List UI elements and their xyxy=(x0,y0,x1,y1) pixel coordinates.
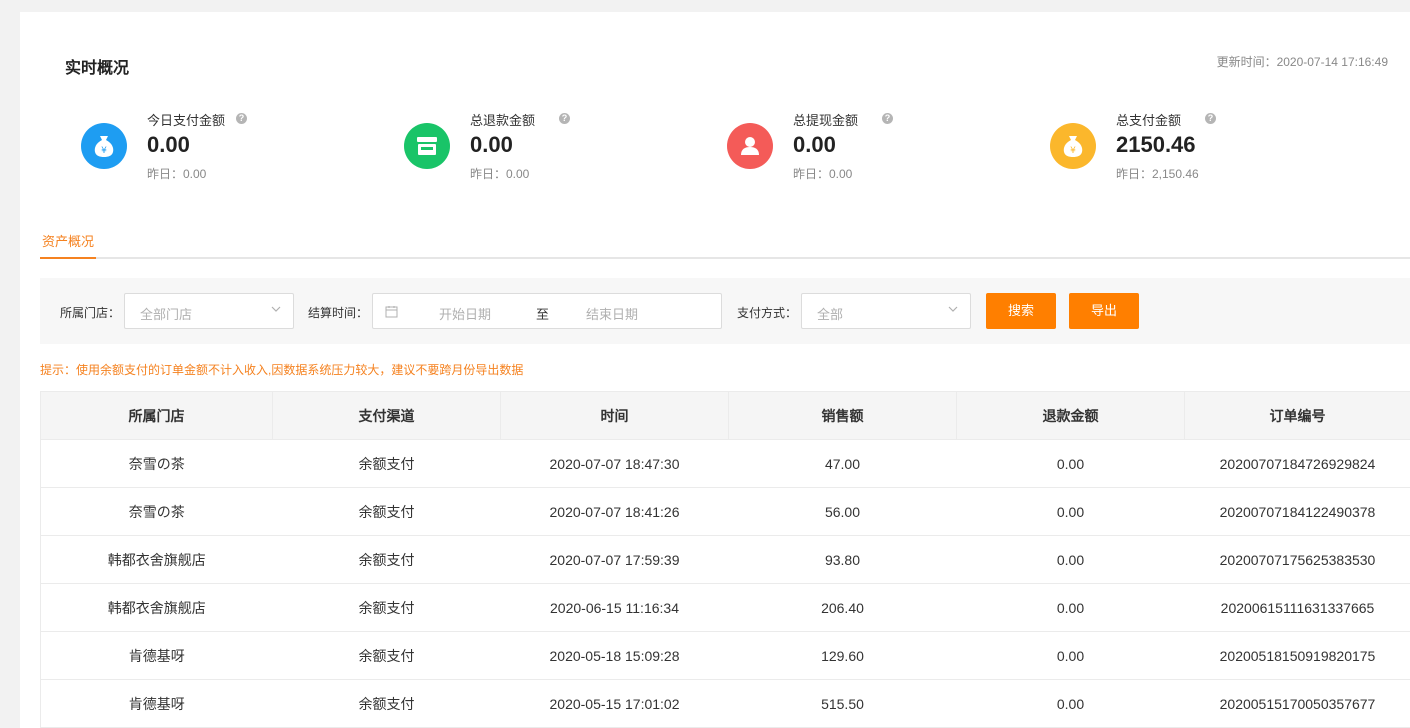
cell-store: 韩都衣舍旗舰店 xyxy=(40,583,273,632)
svg-text:¥: ¥ xyxy=(101,146,107,156)
stat-label: 总支付金额 xyxy=(1116,113,1182,128)
column-header: 时间 xyxy=(500,391,729,440)
start-date-input[interactable]: 开始日期 xyxy=(439,304,491,323)
cell-refund: 0.00 xyxy=(956,679,1185,728)
chevron-down-icon xyxy=(271,306,281,312)
user-icon xyxy=(727,123,773,169)
column-header: 支付渠道 xyxy=(272,391,501,440)
cell-sales: 47.00 xyxy=(728,439,957,488)
cell-store: 肯德基呀 xyxy=(40,679,273,728)
cell-sales: 56.00 xyxy=(728,487,957,536)
cell-time: 2020-07-07 18:41:26 xyxy=(500,487,729,536)
stat-total-payment: ¥ 总支付金额 ? 2150.46 昨日：2,150.46 xyxy=(1050,110,1350,190)
store-select-placeholder: 全部门店 xyxy=(140,307,193,322)
cell-channel: 余额支付 xyxy=(272,487,501,536)
cell-channel: 余额支付 xyxy=(272,535,501,584)
table-row: 肯德基呀 余额支付 2020-05-15 17:01:02 515.50 0.0… xyxy=(40,679,1410,728)
stat-label: 总提现金额 xyxy=(793,113,859,128)
cell-refund: 0.00 xyxy=(956,439,1185,488)
cell-channel: 余额支付 xyxy=(272,679,501,728)
export-button[interactable]: 导出 xyxy=(1069,293,1139,329)
stat-value: 0.00 xyxy=(793,132,836,157)
stat-label: 今日支付金额 xyxy=(147,113,226,128)
pay-method-label: 支付方式： xyxy=(737,306,798,320)
help-icon[interactable]: ? xyxy=(236,113,247,124)
stat-total-refund: 总退款金额 ? 0.00 昨日：0.00 xyxy=(404,110,704,190)
cell-order-no: 20200707184726929824 xyxy=(1184,439,1410,488)
help-icon[interactable]: ? xyxy=(882,113,893,124)
stat-yesterday: 昨日：0.00 xyxy=(147,167,207,181)
cell-time: 2020-05-18 15:09:28 xyxy=(500,631,729,680)
realtime-overview-panel: 实时概况 更新时间：2020-07-14 17:16:49 ¥ 今日支付金额 ?… xyxy=(20,12,1410,728)
end-date-input[interactable]: 结束日期 xyxy=(586,304,638,323)
stat-value: 0.00 xyxy=(470,132,513,157)
column-header: 所属门店 xyxy=(40,391,273,440)
cell-refund: 0.00 xyxy=(956,535,1185,584)
cell-sales: 515.50 xyxy=(728,679,957,728)
table-row: 肯德基呀 余额支付 2020-05-18 15:09:28 129.60 0.0… xyxy=(40,631,1410,680)
store-icon xyxy=(404,123,450,169)
column-header: 销售额 xyxy=(728,391,957,440)
settle-date-range[interactable]: 开始日期 至 结束日期 xyxy=(372,293,722,329)
tip-text: 提示：使用余额支付的订单金额不计入收入,因数据系统压力较大，建议不要跨月份导出数… xyxy=(40,363,524,377)
tab-bar: 资产概况 xyxy=(40,228,1410,259)
cell-order-no: 20200515170050357677 xyxy=(1184,679,1410,728)
money-bag-icon: ¥ xyxy=(81,123,127,169)
cell-sales: 129.60 xyxy=(728,631,957,680)
cell-channel: 余额支付 xyxy=(272,631,501,680)
svg-text:¥: ¥ xyxy=(1070,146,1076,156)
cell-time: 2020-07-07 18:47:30 xyxy=(500,439,729,488)
table-row: 奈雪の茶 余额支付 2020-07-07 18:41:26 56.00 0.00… xyxy=(40,487,1410,536)
stat-value: 0.00 xyxy=(147,132,190,157)
cell-store: 奈雪の茶 xyxy=(40,487,273,536)
cell-order-no: 20200615111631337665 xyxy=(1184,583,1410,632)
cell-time: 2020-06-15 11:16:34 xyxy=(500,583,729,632)
store-filter-label: 所属门店： xyxy=(60,306,121,320)
filter-bar: 所属门店： 全部门店 结算时间： 开始日期 至 结束日期 支付方式： 全部 搜索… xyxy=(40,278,1410,344)
pay-method-placeholder: 全部 xyxy=(817,307,844,322)
cell-refund: 0.00 xyxy=(956,487,1185,536)
cell-store: 韩都衣舍旗舰店 xyxy=(40,535,273,584)
column-header: 退款金额 xyxy=(956,391,1185,440)
pay-method-select[interactable]: 全部 xyxy=(801,293,971,329)
cell-sales: 93.80 xyxy=(728,535,957,584)
cell-order-no: 20200707175625383530 xyxy=(1184,535,1410,584)
cell-store: 奈雪の茶 xyxy=(40,439,273,488)
stat-total-withdraw: 总提现金额 ? 0.00 昨日：0.00 xyxy=(727,110,1027,190)
cell-channel: 余额支付 xyxy=(272,583,501,632)
page-title: 实时概况 xyxy=(65,60,130,77)
update-time: 更新时间：2020-07-14 17:16:49 xyxy=(1216,55,1388,69)
table-row: 韩都衣舍旗舰店 余额支付 2020-07-07 17:59:39 93.80 0… xyxy=(40,535,1410,584)
table-row: 韩都衣舍旗舰店 余额支付 2020-06-15 11:16:34 206.40 … xyxy=(40,583,1410,632)
cell-order-no: 20200518150919820175 xyxy=(1184,631,1410,680)
orders-table: 所属门店 支付渠道 时间 销售额 退款金额 订单编号 奈雪の茶 余额支付 202… xyxy=(40,391,1410,728)
cell-time: 2020-07-07 17:59:39 xyxy=(500,535,729,584)
search-button[interactable]: 搜索 xyxy=(986,293,1056,329)
stat-value: 2150.46 xyxy=(1116,132,1196,157)
settle-time-label: 结算时间： xyxy=(308,306,369,320)
help-icon[interactable]: ? xyxy=(559,113,570,124)
tab-asset-overview[interactable]: 资产概况 xyxy=(40,231,96,259)
cell-refund: 0.00 xyxy=(956,631,1185,680)
cell-refund: 0.00 xyxy=(956,583,1185,632)
store-select[interactable]: 全部门店 xyxy=(124,293,294,329)
calendar-icon xyxy=(385,306,398,318)
money-bag-icon: ¥ xyxy=(1050,123,1096,169)
stat-label: 总退款金额 xyxy=(470,113,536,128)
help-icon[interactable]: ? xyxy=(1205,113,1216,124)
table-header-row: 所属门店 支付渠道 时间 销售额 退款金额 订单编号 xyxy=(40,391,1410,440)
cell-channel: 余额支付 xyxy=(272,439,501,488)
cell-time: 2020-05-15 17:01:02 xyxy=(500,679,729,728)
stat-yesterday: 昨日：0.00 xyxy=(470,167,530,181)
range-separator: 至 xyxy=(536,307,550,322)
cell-sales: 206.40 xyxy=(728,583,957,632)
cell-store: 肯德基呀 xyxy=(40,631,273,680)
column-header: 订单编号 xyxy=(1184,391,1410,440)
table-row: 奈雪の茶 余额支付 2020-07-07 18:47:30 47.00 0.00… xyxy=(40,439,1410,488)
chevron-down-icon xyxy=(948,306,958,312)
stat-yesterday: 昨日：0.00 xyxy=(793,167,853,181)
stat-yesterday: 昨日：2,150.46 xyxy=(1116,167,1199,181)
stat-today-payment: ¥ 今日支付金额 ? 0.00 昨日：0.00 xyxy=(81,110,381,190)
cell-order-no: 20200707184122490378 xyxy=(1184,487,1410,536)
